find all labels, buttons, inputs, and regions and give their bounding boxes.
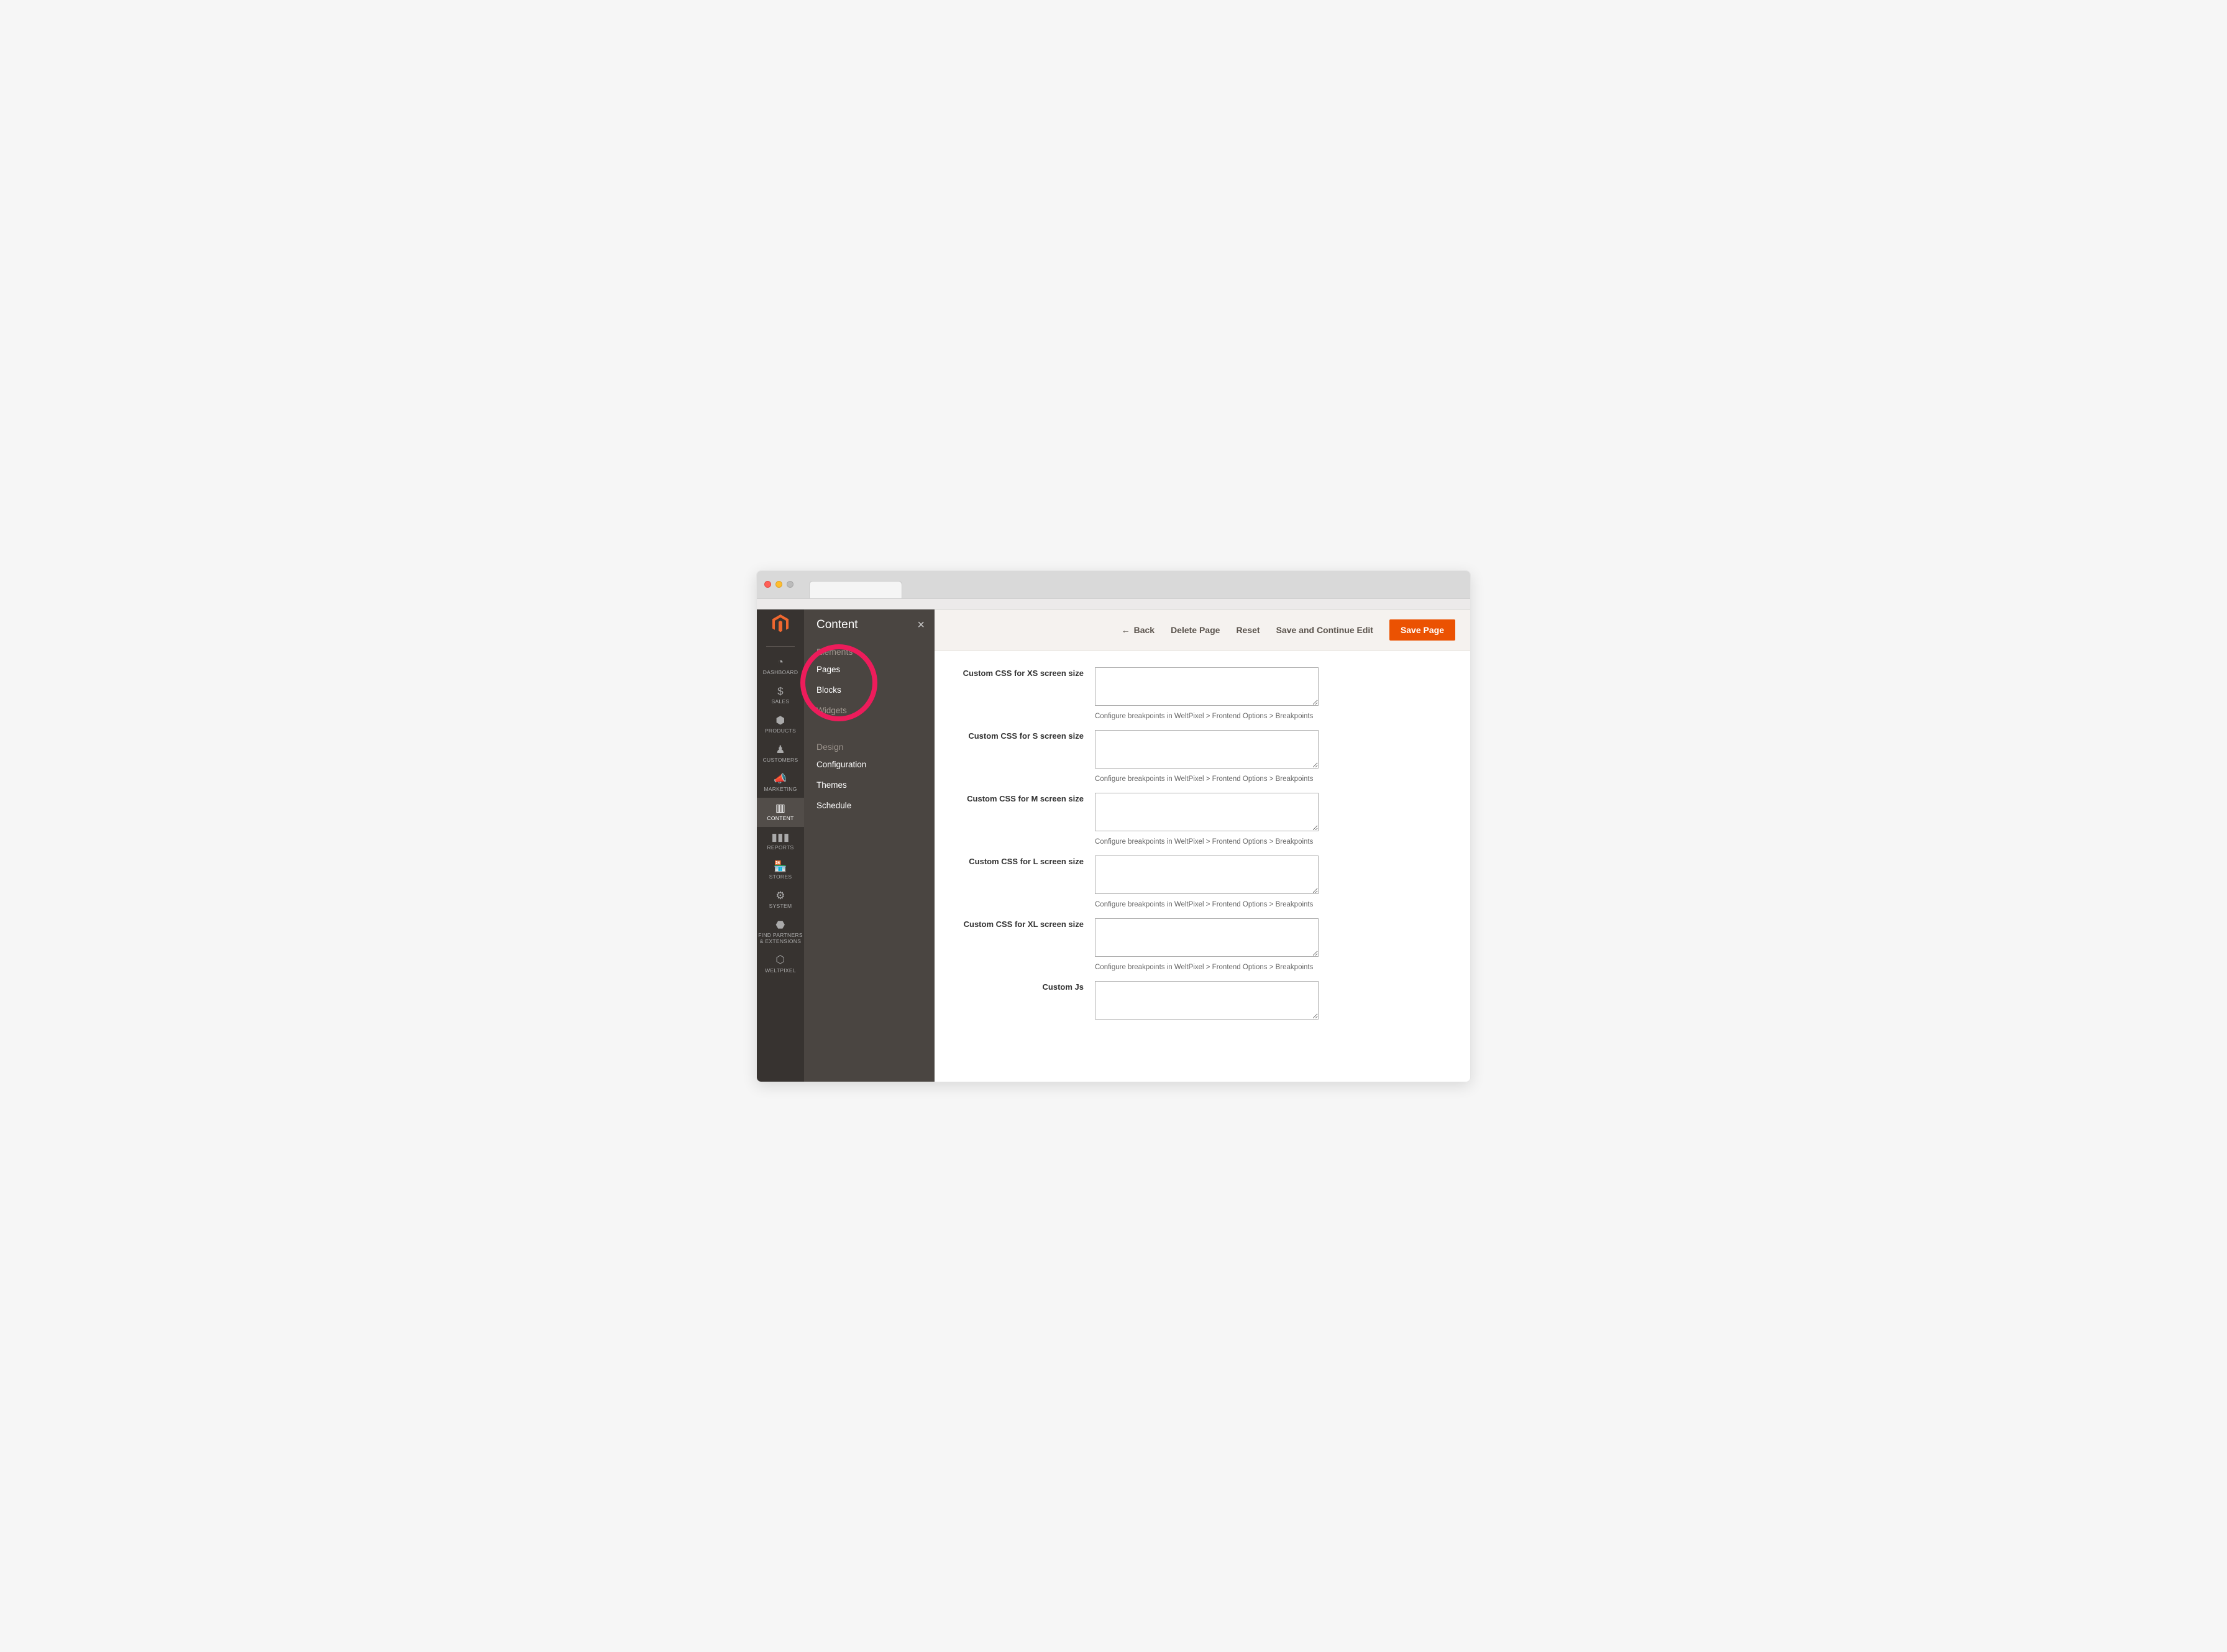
rail-item-sales[interactable]: $SALES <box>757 681 804 710</box>
browser-toolbar <box>757 598 1470 609</box>
field-hint: Configure breakpoints in WeltPixel > Fro… <box>1095 713 1319 720</box>
css-textarea[interactable] <box>1095 667 1319 706</box>
find-partners-extensions-icon: ⬣ <box>775 920 785 931</box>
form-row: Custom CSS for XS screen size Configure b… <box>959 667 1445 720</box>
rail-label: CUSTOMERS <box>763 757 798 763</box>
app-root: ◔DASHBOARD$SALES⬢PRODUCTS♟CUSTOMERS📣MARK… <box>757 609 1470 1082</box>
field-hint: Configure breakpoints in WeltPixel > Fro… <box>1095 775 1319 783</box>
rail-item-find-partners-extensions[interactable]: ⬣ FIND PARTNERS & EXTENSIONS <box>757 915 804 949</box>
rail-label: CONTENT <box>767 816 793 821</box>
back-label: Back <box>1134 625 1155 635</box>
save-page-button[interactable]: Save Page <box>1389 619 1455 641</box>
rail-label: FIND PARTNERS & EXTENSIONS <box>758 933 803 944</box>
rail-label: SYSTEM <box>769 903 792 909</box>
browser-tab[interactable] <box>809 581 902 598</box>
field-control: Configure breakpoints in WeltPixel > Fro… <box>1095 856 1319 908</box>
field-label: Custom CSS for M screen size <box>959 793 1084 846</box>
flyout-link-pages[interactable]: Pages <box>816 659 922 680</box>
reports-icon: ▮▮▮ <box>772 832 790 844</box>
field-hint: Configure breakpoints in WeltPixel > Fro… <box>1095 901 1319 908</box>
flyout-title: Content <box>816 618 922 632</box>
css-textarea[interactable] <box>1095 793 1319 831</box>
field-hint: Configure breakpoints in WeltPixel > Fro… <box>1095 964 1319 971</box>
flyout-section-heading: Elements <box>816 647 922 657</box>
field-control: Configure breakpoints in WeltPixel > Fro… <box>1095 667 1319 720</box>
weltpixel-icon: ⬡ <box>775 954 785 966</box>
css-textarea[interactable] <box>1095 856 1319 894</box>
back-button[interactable]: ← Back <box>1122 625 1155 635</box>
rail-label: REPORTS <box>767 845 793 851</box>
flyout-link-schedule[interactable]: Schedule <box>816 795 922 816</box>
products-icon: ⬢ <box>775 715 785 727</box>
form-row: Custom CSS for L screen size Configure br… <box>959 856 1445 908</box>
field-hint: Configure breakpoints in WeltPixel > Fro… <box>1095 838 1319 846</box>
rail-item-reports[interactable]: ▮▮▮REPORTS <box>757 827 804 856</box>
flyout-link-configuration[interactable]: Configuration <box>816 754 922 775</box>
arrow-left-icon: ← <box>1122 625 1130 635</box>
reset-button[interactable]: Reset <box>1236 625 1260 635</box>
customers-icon: ♟ <box>775 744 785 756</box>
dashboard-icon: ◔ <box>777 657 784 669</box>
field-control: Configure breakpoints in WeltPixel > Fro… <box>1095 730 1319 783</box>
window-max-dot[interactable] <box>787 581 793 588</box>
window-close-dot[interactable] <box>764 581 771 588</box>
save-continue-button[interactable]: Save and Continue Edit <box>1276 625 1373 635</box>
form-row: Custom CSS for XL screen size Configure b… <box>959 918 1445 971</box>
sidebar-rail: ◔DASHBOARD$SALES⬢PRODUCTS♟CUSTOMERS📣MARK… <box>757 609 804 1082</box>
rail-label: SALES <box>772 699 790 705</box>
field-control <box>1095 981 1319 1023</box>
system-icon: ⚙ <box>775 890 785 902</box>
content-flyout-panel: Content × Elements Pages Blocks Widgets … <box>804 609 935 1082</box>
magento-logo-icon <box>772 614 789 637</box>
field-label: Custom CSS for S screen size <box>959 730 1084 783</box>
main-content: ← Back Delete Page Reset Save and Contin… <box>935 609 1470 1082</box>
stores-icon: 🏪 <box>774 861 787 873</box>
flyout-link-widgets[interactable]: Widgets <box>816 700 922 721</box>
form-row: Custom Js <box>959 981 1445 1023</box>
flyout-section-heading: Design <box>816 742 922 752</box>
rail-item-dashboard[interactable]: ◔DASHBOARD <box>757 652 804 681</box>
field-control: Configure breakpoints in WeltPixel > Fro… <box>1095 918 1319 971</box>
browser-frame: ◔DASHBOARD$SALES⬢PRODUCTS♟CUSTOMERS📣MARK… <box>756 570 1471 1082</box>
rail-label: DASHBOARD <box>763 670 798 675</box>
form-row: Custom CSS for S screen size Configure br… <box>959 730 1445 783</box>
browser-tab-bar <box>757 571 1470 598</box>
flyout-link-blocks[interactable]: Blocks <box>816 680 922 700</box>
window-min-dot[interactable] <box>775 581 782 588</box>
flyout-close-icon[interactable]: × <box>917 618 925 632</box>
content-icon: ▥ <box>775 803 785 815</box>
css-textarea[interactable] <box>1095 730 1319 769</box>
rail-item-content[interactable]: ▥CONTENT <box>757 798 804 827</box>
rail-item-system[interactable]: ⚙SYSTEM <box>757 885 804 915</box>
rail-label: STORES <box>769 874 792 880</box>
form-row: Custom CSS for M screen size Configure br… <box>959 793 1445 846</box>
field-label: Custom CSS for XS screen size <box>959 667 1084 720</box>
css-textarea[interactable] <box>1095 981 1319 1020</box>
rail-item-weltpixel[interactable]: ⬡ WELTPIXEL <box>757 949 804 979</box>
field-label: Custom CSS for XL screen size <box>959 918 1084 971</box>
form-area: Custom CSS for XS screen size Configure b… <box>935 651 1470 1082</box>
marketing-icon: 📣 <box>774 774 787 785</box>
sales-icon: $ <box>777 686 784 698</box>
field-label: Custom CSS for L screen size <box>959 856 1084 908</box>
rail-label: WELTPIXEL <box>765 968 796 974</box>
rail-item-products[interactable]: ⬢PRODUCTS <box>757 710 804 739</box>
flyout-link-themes[interactable]: Themes <box>816 775 922 795</box>
rail-label: MARKETING <box>764 787 797 792</box>
delete-page-button[interactable]: Delete Page <box>1171 625 1220 635</box>
rail-label: PRODUCTS <box>765 728 796 734</box>
page-action-bar: ← Back Delete Page Reset Save and Contin… <box>935 609 1470 651</box>
field-control: Configure breakpoints in WeltPixel > Fro… <box>1095 793 1319 846</box>
rail-item-marketing[interactable]: 📣 MARKETING <box>757 769 804 798</box>
css-textarea[interactable] <box>1095 918 1319 957</box>
rail-item-customers[interactable]: ♟CUSTOMERS <box>757 739 804 769</box>
field-label: Custom Js <box>959 981 1084 1023</box>
rail-item-stores[interactable]: 🏪STORES <box>757 856 804 885</box>
